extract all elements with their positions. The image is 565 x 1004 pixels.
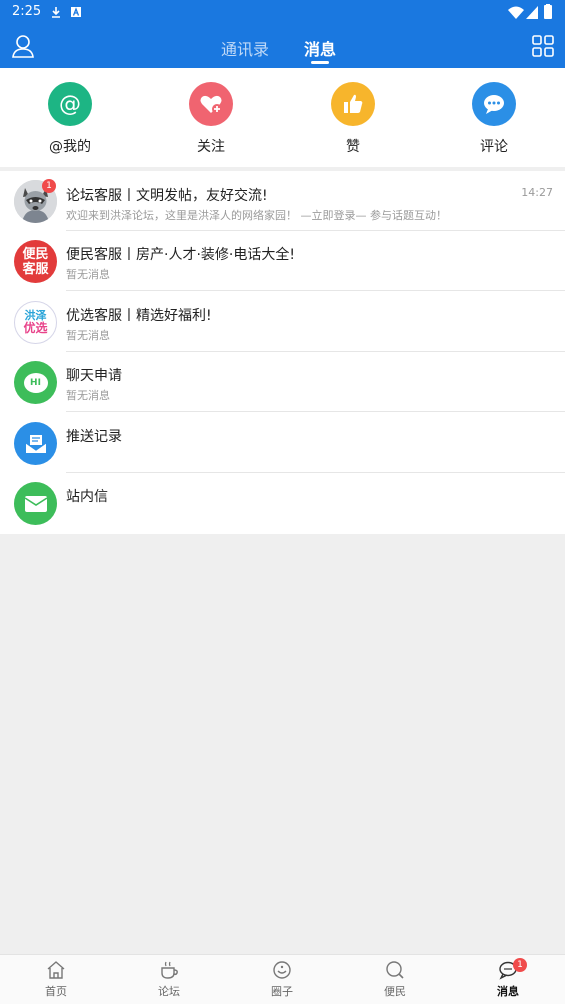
notification-a-icon <box>71 7 81 17</box>
nav-item-messages[interactable]: 1 消息 <box>478 958 538 999</box>
quick-action-follow[interactable]: 关注 <box>171 82 251 156</box>
nav-item-circles[interactable]: 圈子 <box>252 960 312 999</box>
divider <box>66 290 565 291</box>
at-icon: @ <box>48 82 92 126</box>
quick-actions: @ @我的 关注 赞 评论 <box>0 68 565 167</box>
avatar-text: 便民 <box>22 246 49 262</box>
signal-icon <box>526 6 538 19</box>
chat-hi-icon: HI <box>14 361 57 404</box>
quick-action-comments[interactable]: 评论 <box>454 82 534 156</box>
battery-icon <box>544 4 552 19</box>
conversation-title: 站内信 <box>66 489 108 505</box>
grid-menu-icon[interactable] <box>531 34 555 58</box>
avatar-text: HI <box>30 377 41 388</box>
divider <box>66 411 565 412</box>
wifi-icon <box>508 6 524 19</box>
status-bar: 2:25 <box>0 0 565 24</box>
quick-action-label: 赞 <box>346 139 360 155</box>
conversation-preview: 暂无消息 <box>66 389 110 402</box>
conversation-title: 优选客服丨精选好福利! <box>66 308 212 324</box>
svg-text:@: @ <box>59 92 81 117</box>
tab-messages[interactable]: 消息 <box>304 36 336 60</box>
coffee-cup-icon <box>161 961 178 979</box>
download-icon <box>52 7 60 18</box>
bottom-nav: 首页 论坛 圈子 便民 1 消息 <box>0 954 565 1004</box>
header-tabs: 通讯录 消息 <box>0 24 565 68</box>
thumbs-up-icon <box>331 82 375 126</box>
nav-label: 圈子 <box>271 985 293 998</box>
mail-icon <box>14 482 57 525</box>
conversation-preview: 暂无消息 <box>66 268 110 281</box>
nav-item-home[interactable]: 首页 <box>26 960 86 999</box>
conversation-title: 论坛客服丨文明发帖，友好交流! <box>66 188 268 204</box>
conversation-title: 推送记录 <box>66 429 122 445</box>
conversation-title: 聊天申请 <box>66 368 122 384</box>
nav-label: 论坛 <box>158 985 180 998</box>
quick-action-label: @我的 <box>49 139 91 155</box>
unread-badge: 1 <box>42 179 56 193</box>
quick-action-likes[interactable]: 赞 <box>313 82 393 156</box>
conversation-item-youxuan-service[interactable]: 洪泽 优选 优选客服丨精选好福利! 暂无消息 <box>0 292 565 352</box>
conversation-item-forum-service[interactable]: 1 论坛客服丨文明发帖，友好交流! 欢迎来到洪泽论坛，这里是洪泽人的网络家园！ … <box>0 171 565 231</box>
status-time: 2:25 <box>12 4 42 19</box>
avatar-text: 客服 <box>22 261 49 277</box>
avatar-text: 优选 <box>23 321 48 335</box>
quick-action-mentions[interactable]: @ @我的 <box>30 82 110 156</box>
conversation-preview: 欢迎来到洪泽论坛，这里是洪泽人的网络家园！ —立即登录— 参与话题互动！ <box>66 209 447 222</box>
nav-item-forum[interactable]: 论坛 <box>139 960 199 999</box>
quick-action-label: 评论 <box>480 139 508 155</box>
tab-contacts[interactable]: 通讯录 <box>221 36 269 60</box>
conversation-item-chat-request[interactable]: HI 聊天申请 暂无消息 <box>0 352 565 412</box>
push-inbox-icon <box>14 422 57 465</box>
conversation-preview: 暂无消息 <box>66 329 110 342</box>
bianmin-avatar: 便民 客服 <box>14 240 57 283</box>
search-icon <box>386 961 404 979</box>
nav-label: 首页 <box>45 985 67 998</box>
conversation-time: 14:27 <box>521 186 553 199</box>
conversation-list: 1 论坛客服丨文明发帖，友好交流! 欢迎来到洪泽论坛，这里是洪泽人的网络家园！ … <box>0 171 565 534</box>
conversation-item-site-mail[interactable]: 站内信 <box>0 473 565 533</box>
home-icon <box>47 961 65 979</box>
nav-label: 便民 <box>384 985 406 998</box>
active-tab-indicator <box>311 61 329 64</box>
nav-label: 消息 <box>497 985 519 998</box>
nav-unread-badge: 1 <box>513 958 527 972</box>
conversation-item-bianmin-service[interactable]: 便民 客服 便民客服丨房产·人才·装修·电话大全! 暂无消息 <box>0 231 565 291</box>
comment-icon <box>472 82 516 126</box>
app-header: 通讯录 消息 <box>0 24 565 68</box>
youxuan-avatar: 洪泽 优选 <box>14 301 57 344</box>
circle-smile-icon <box>273 961 291 979</box>
quick-action-label: 关注 <box>197 139 225 155</box>
heart-plus-icon <box>189 82 233 126</box>
nav-item-convenience[interactable]: 便民 <box>365 960 425 999</box>
conversation-item-push-records[interactable]: 推送记录 <box>0 413 565 473</box>
conversation-title: 便民客服丨房产·人才·装修·电话大全! <box>66 247 295 263</box>
